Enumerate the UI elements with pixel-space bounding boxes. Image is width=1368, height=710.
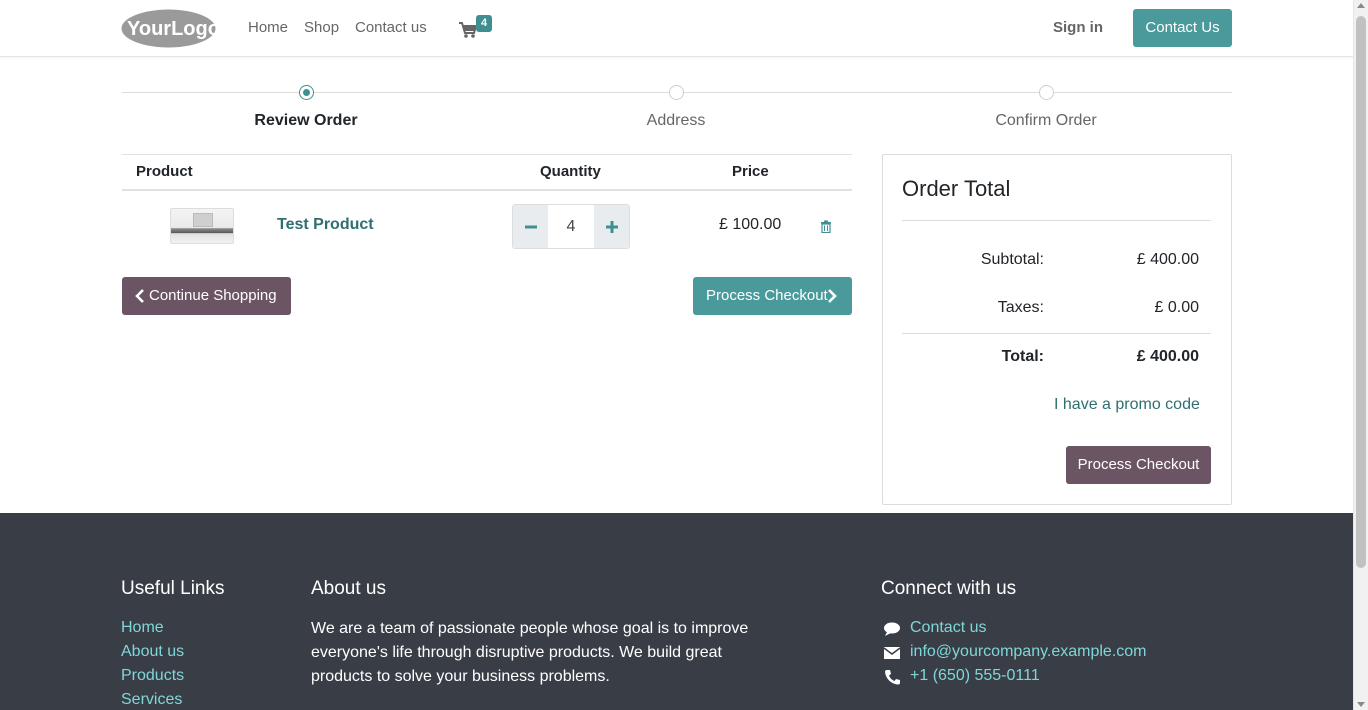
table-header-border [122,189,852,191]
product-price: £ 100.00 [719,216,782,233]
subtotal-value: £ 400.00 [1136,251,1199,268]
total-label: Total: [1001,348,1044,365]
footer-email-link[interactable]: info@yourcompany.example.com [910,643,1147,661]
footer-link-about-us[interactable]: About us [121,643,184,661]
about-us-title: About us [311,578,386,599]
site-header: YourLogo Home Shop Contact us 4 Sign in … [0,0,1353,57]
decrease-quantity-button[interactable] [513,205,548,248]
step-confirm-order: Confirm Order [995,112,1097,129]
plus-icon [605,221,618,233]
taxes-label: Taxes: [997,299,1044,316]
step-review-order: Review Order [254,112,358,129]
trash-icon[interactable] [820,220,832,233]
scroll-up-arrow-icon[interactable] [1357,3,1365,8]
nav-contact-us[interactable]: Contact us [355,19,427,36]
cart-count-badge[interactable]: 4 [476,15,492,32]
scroll-down-arrow-icon[interactable] [1357,702,1365,707]
footer-link-home[interactable]: Home [121,619,164,637]
step-dot-confirm-order [1039,85,1054,100]
product-thumbnail[interactable] [170,208,234,244]
logo[interactable]: YourLogo [121,9,216,48]
promo-code-link[interactable]: I have a promo code [1054,396,1200,414]
minus-icon [524,225,537,229]
footer-phone-link[interactable]: +1 (650) 555-0111 [910,667,1040,685]
quantity-input[interactable]: 4 [548,205,594,248]
increase-quantity-button[interactable] [594,205,629,248]
process-checkout-button[interactable]: Process Checkout [693,277,852,315]
step-dot-review-order [299,85,314,100]
chevron-right-icon [828,289,837,303]
footer-link-products[interactable]: Products [121,667,184,685]
nav-home[interactable]: Home [248,19,288,36]
header-quantity: Quantity [540,163,601,180]
continue-shopping-button[interactable]: Continue Shopping [122,277,291,315]
connect-title: Connect with us [881,578,1017,599]
process-checkout-label: Process Checkout [706,287,828,304]
divider [902,333,1211,334]
sign-in-link[interactable]: Sign in [1053,19,1103,36]
useful-links-title: Useful Links [121,578,225,599]
header-product: Product [136,163,193,180]
total-value: £ 400.00 [1136,348,1199,365]
quantity-stepper: 4 [512,204,630,249]
table-top-border [122,154,852,155]
comment-icon [884,622,900,636]
envelope-icon [883,647,901,659]
step-address: Address [646,112,706,129]
chevron-left-icon [135,289,144,303]
scrollbar-thumb[interactable] [1356,16,1366,568]
continue-shopping-label: Continue Shopping [149,287,277,304]
divider [902,220,1211,221]
order-total-title: Order Total [902,176,1011,201]
product-name-link[interactable]: Test Product [277,216,374,234]
logo-text: YourLogo [127,18,216,40]
process-checkout-button-sidebar[interactable]: Process Checkout [1066,446,1211,484]
contact-us-button[interactable]: Contact Us [1133,9,1232,47]
header-price: Price [732,163,769,180]
taxes-value: £ 0.00 [1154,299,1199,316]
step-dot-address [669,85,684,100]
page-scrollbar[interactable] [1353,0,1368,710]
footer-contact-us-link[interactable]: Contact us [910,619,986,637]
subtotal-label: Subtotal: [980,251,1044,268]
footer-link-services[interactable]: Services [121,691,182,709]
about-us-text: We are a team of passionate people whose… [311,620,749,685]
phone-icon [885,670,900,685]
nav-shop[interactable]: Shop [304,19,339,36]
